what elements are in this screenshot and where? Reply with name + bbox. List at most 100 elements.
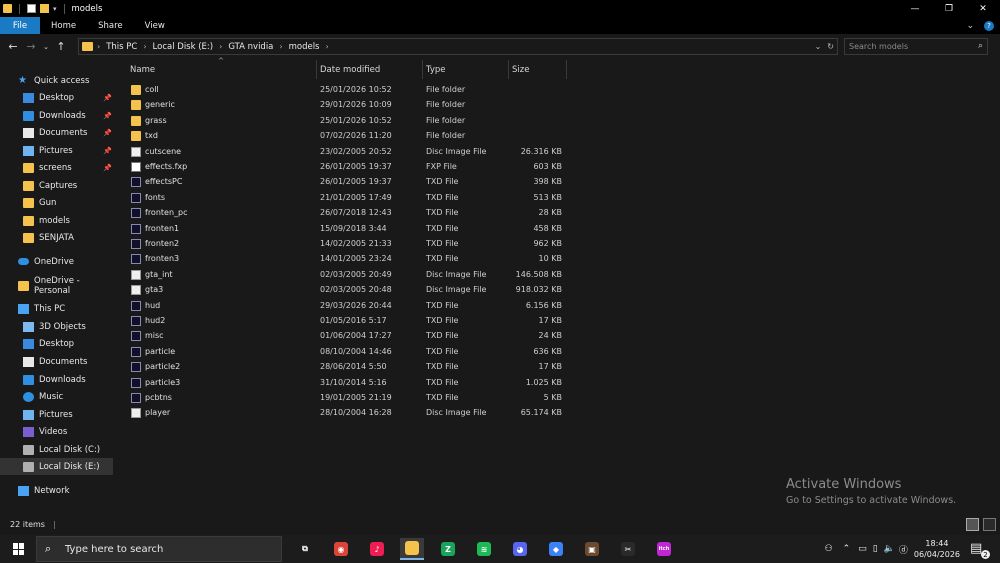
nav-item-documents-pinned[interactable]: Documents 📌 <box>0 124 118 141</box>
breadcrumb-gta-nvidia[interactable]: GTA nvidia <box>228 42 273 52</box>
nav-item-local-disk-e[interactable]: Local Disk (E:) <box>0 458 113 475</box>
taskbar-app-itch-app[interactable]: itch <box>652 538 676 560</box>
taskbar-app-discord[interactable]: ◕ <box>508 538 532 560</box>
file-row[interactable]: particle3 31/10/2014 5:16 TXD File 1.025 KB <box>118 376 578 391</box>
nav-network[interactable]: Network <box>0 482 118 499</box>
volume-icon[interactable]: 🔈 <box>884 544 895 554</box>
file-row[interactable]: txd 07/02/2026 11:20 File folder <box>118 129 578 144</box>
file-row[interactable]: coll 25/01/2026 10:52 File folder <box>118 83 578 98</box>
language-icon[interactable]: ⓓ <box>899 543 908 556</box>
properties-icon[interactable] <box>27 4 36 13</box>
nav-item-senjata[interactable]: SENJATA <box>0 229 118 246</box>
notifications-button[interactable]: ▤ 2 <box>970 541 990 559</box>
large-icons-view-button[interactable] <box>983 518 996 531</box>
chevron-right-icon[interactable]: › <box>143 42 146 51</box>
search-input[interactable]: Search models ⌕ <box>844 38 988 55</box>
people-icon[interactable]: ⚇ <box>825 544 833 554</box>
nav-item-pictures[interactable]: Pictures <box>0 406 118 423</box>
chevron-right-icon[interactable]: › <box>326 42 329 51</box>
taskbar-app-roblox[interactable]: ◆ <box>544 538 568 560</box>
file-row[interactable]: fronten1 15/09/2018 3:44 TXD File 458 KB <box>118 222 578 237</box>
file-row[interactable]: particle2 28/06/2014 5:50 TXD File 17 KB <box>118 360 578 375</box>
file-row[interactable]: effectsPC 26/01/2005 19:37 TXD File 398 KB <box>118 175 578 190</box>
file-row[interactable]: fronten2 14/02/2005 21:33 TXD File 962 KB <box>118 237 578 252</box>
breadcrumb-local-disk-e[interactable]: Local Disk (E:) <box>153 42 214 52</box>
address-dropdown-icon[interactable]: ⌄ <box>815 42 822 51</box>
nav-this-pc[interactable]: This PC <box>0 300 118 317</box>
file-row[interactable]: fronten3 14/01/2005 23:24 TXD File 10 KB <box>118 252 578 267</box>
chevron-right-icon[interactable]: › <box>219 42 222 51</box>
file-row[interactable]: cutscene 23/02/2005 20:52 Disc Image File 2… <box>118 145 578 160</box>
clock[interactable]: 18:44 06/04/2026 <box>914 538 960 560</box>
nav-item-music[interactable]: Music <box>0 388 118 405</box>
taskbar-app-file-explorer[interactable] <box>400 538 424 560</box>
close-button[interactable]: ✕ <box>966 0 1000 17</box>
nav-item-downloads-pinned[interactable]: Downloads 📌 <box>0 107 118 124</box>
taskbar-app-app-green[interactable]: Z <box>436 538 460 560</box>
column-divider[interactable] <box>566 60 567 79</box>
chevron-up-icon[interactable]: ⌃ <box>843 544 851 554</box>
column-header-size[interactable]: Size <box>508 60 566 79</box>
breadcrumb-this-pc[interactable]: This PC <box>106 42 137 52</box>
nav-item-captures[interactable]: Captures <box>0 177 118 194</box>
column-header-name[interactable]: Name <box>126 60 316 79</box>
customize-toolbar-icon[interactable]: ▾ <box>53 5 57 13</box>
nav-item-screens[interactable]: screens 📌 <box>0 159 118 176</box>
tab-share[interactable]: Share <box>87 17 134 34</box>
start-button[interactable] <box>6 535 32 563</box>
nav-item-downloads[interactable]: Downloads <box>0 371 118 388</box>
file-row[interactable]: gta3 02/03/2005 20:48 Disc Image File 918.0… <box>118 283 578 298</box>
recent-locations-icon[interactable]: ⌄ <box>40 38 52 56</box>
file-row[interactable]: misc 01/06/2004 17:27 TXD File 24 KB <box>118 329 578 344</box>
nav-quick-access[interactable]: ★ Quick access <box>0 72 118 89</box>
column-header-date[interactable]: Date modified <box>316 60 422 79</box>
new-folder-icon[interactable] <box>40 4 49 13</box>
expand-ribbon-icon[interactable]: ⌄ <box>966 21 974 31</box>
nav-onedrive-personal[interactable]: OneDrive - Personal <box>0 276 118 296</box>
nav-item-models[interactable]: models <box>0 212 118 229</box>
file-row[interactable]: generic 29/01/2026 10:09 File folder <box>118 98 578 113</box>
nav-onedrive[interactable]: OneDrive <box>0 253 118 270</box>
minimize-button[interactable]: — <box>898 0 932 17</box>
nav-item-gun[interactable]: Gun <box>0 194 118 211</box>
chevron-right-icon[interactable]: › <box>279 42 282 51</box>
file-row[interactable]: hud2 01/05/2016 5:17 TXD File 17 KB <box>118 314 578 329</box>
file-row[interactable]: pcbtns 19/01/2005 21:19 TXD File 5 KB <box>118 391 578 406</box>
breadcrumb-models[interactable]: models <box>289 42 320 52</box>
column-header-type[interactable]: Type <box>422 60 508 79</box>
nav-item-3d-objects[interactable]: 3D Objects <box>0 318 118 335</box>
restore-button[interactable]: ❐ <box>932 0 966 17</box>
help-icon[interactable]: ? <box>984 20 994 31</box>
nav-item-desktop[interactable]: Desktop <box>0 335 118 352</box>
forward-arrow-icon[interactable]: → <box>22 38 40 56</box>
file-row[interactable]: fonts 21/01/2005 17:49 TXD File 513 KB <box>118 191 578 206</box>
file-row[interactable]: particle 08/10/2004 14:46 TXD File 636 KB <box>118 345 578 360</box>
taskbar-search-input[interactable]: ⌕ Type here to search <box>36 536 282 562</box>
address-bar[interactable]: › This PC › Local Disk (E:) › GTA nvidia… <box>78 38 838 55</box>
nav-item-videos[interactable]: Videos <box>0 423 118 440</box>
taskbar-app-game-app[interactable]: ▣ <box>580 538 604 560</box>
refresh-icon[interactable]: ↻ <box>827 42 834 51</box>
nav-item-pictures-pinned[interactable]: Pictures 📌 <box>0 142 118 159</box>
nav-item-local-disk-c[interactable]: Local Disk (C:) <box>0 441 118 458</box>
file-row[interactable]: player 28/10/2004 16:28 Disc Image File 65.… <box>118 406 578 421</box>
battery-icon[interactable]: ▭ <box>858 544 867 554</box>
tab-file[interactable]: File <box>0 17 40 34</box>
up-arrow-icon[interactable]: ↑ <box>52 38 70 56</box>
file-row[interactable]: fronten_pc 26/07/2018 12:43 TXD File 28 KB <box>118 206 578 221</box>
nav-item-documents[interactable]: Documents <box>0 353 118 370</box>
tab-view[interactable]: View <box>134 17 176 34</box>
taskbar-app-tiktok[interactable]: ♪ <box>365 538 389 560</box>
file-row[interactable]: gta_int 02/03/2005 20:49 Disc Image File 14… <box>118 268 578 283</box>
details-view-button[interactable] <box>966 518 979 531</box>
nav-item-desktop-pinned[interactable]: Desktop 📌 <box>0 89 118 106</box>
file-row[interactable]: effects.fxp 26/01/2005 19:37 FXP File 603 K… <box>118 160 578 175</box>
taskbar-app-chrome[interactable]: ◉ <box>329 538 353 560</box>
taskbar-app-capcut[interactable]: ✂ <box>616 538 640 560</box>
taskbar-app-task-view[interactable]: ⧉ <box>293 538 317 560</box>
taskbar-app-spotify[interactable]: ≋ <box>472 538 496 560</box>
back-arrow-icon[interactable]: ← <box>4 38 22 56</box>
file-row[interactable]: grass 25/01/2026 10:52 File folder <box>118 114 578 129</box>
tab-home[interactable]: Home <box>40 17 87 34</box>
file-row[interactable]: hud 29/03/2026 20:44 TXD File 6.156 KB <box>118 299 578 314</box>
